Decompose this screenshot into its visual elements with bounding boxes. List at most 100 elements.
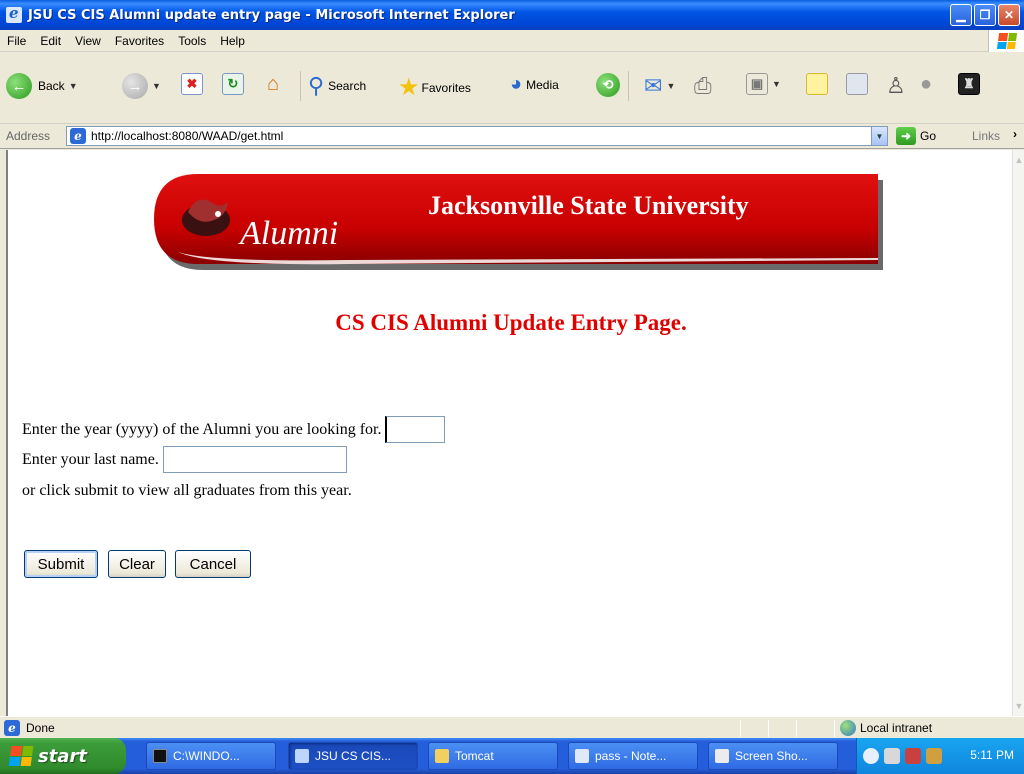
close-button[interactable]: ✕	[998, 4, 1020, 26]
page-heading: CS CIS Alumni Update Entry Page.	[335, 310, 687, 335]
go-button[interactable]: ➜ Go	[896, 127, 936, 145]
favorites-button[interactable]: ★ Favorites	[398, 73, 471, 102]
taskbar-item-screenshot[interactable]: Screen Sho...	[708, 742, 838, 770]
menu-view[interactable]: View	[68, 34, 108, 48]
scroll-up-icon[interactable]: ▲	[1013, 152, 1024, 168]
toolbar-separator	[628, 71, 629, 101]
home-icon: ⌂	[266, 72, 280, 95]
forward-button[interactable]: → ▼	[122, 73, 161, 99]
stop-icon: ✖	[181, 73, 203, 95]
menu-favorites[interactable]: Favorites	[108, 34, 171, 48]
chevron-down-icon[interactable]: ▼	[152, 81, 161, 91]
messenger-icon: ♙	[886, 73, 906, 98]
tool-icon: ♜	[958, 73, 980, 95]
taskbar: start C:\WINDO... JSU CS CIS... Tomcat p…	[0, 738, 1024, 774]
start-button[interactable]: start	[0, 738, 126, 774]
history-button[interactable]: ⟲	[596, 73, 620, 97]
security-zone[interactable]: Local intranet	[840, 720, 932, 736]
menu-edit[interactable]: Edit	[33, 34, 68, 48]
submit-hint: or click submit to view all graduates fr…	[22, 482, 352, 499]
tray-tool-icon[interactable]	[926, 748, 942, 764]
links-button[interactable]: Links	[972, 129, 1000, 143]
menu-tools[interactable]: Tools	[171, 34, 213, 48]
media-button[interactable]: ◕ Media	[510, 73, 559, 96]
messenger-button[interactable]: ♙	[886, 73, 906, 99]
windows-logo-icon	[988, 30, 1024, 52]
status-divider	[740, 720, 741, 737]
status-bar: e Done Local intranet	[0, 716, 1024, 738]
edit-icon: ▣	[746, 73, 768, 95]
zone-label: Local intranet	[860, 721, 933, 735]
address-bar: Address e http://localhost:8080/WAAD/get…	[0, 124, 1024, 149]
chevron-down-icon[interactable]: ▼	[871, 127, 887, 145]
chat-button[interactable]: ●	[920, 73, 932, 96]
window-title: JSU CS CIS Alumni update entry page - Mi…	[28, 7, 515, 23]
year-input[interactable]	[385, 416, 446, 443]
mail-icon: ✉	[644, 73, 663, 98]
vertical-scrollbar[interactable]: ▲ ▼	[1012, 150, 1024, 716]
edit-button[interactable]: ▣ ▼	[746, 73, 781, 95]
task-label: Tomcat	[455, 749, 494, 763]
back-arrow-icon: ←	[6, 73, 32, 99]
home-button[interactable]: ⌂	[262, 73, 284, 95]
tray-expand-icon[interactable]	[863, 748, 879, 764]
chevron-down-icon[interactable]: ▼	[772, 79, 781, 89]
alumni-banner: Alumni Jacksonville State University	[154, 174, 883, 270]
refresh-icon: ↻	[222, 73, 244, 95]
search-button[interactable]: ⚲ Search	[308, 73, 366, 99]
menu-help[interactable]: Help	[213, 34, 252, 48]
print-icon: ⎙	[694, 73, 712, 98]
taskbar-item-ie[interactable]: JSU CS CIS...	[288, 742, 418, 770]
status-text: Done	[26, 720, 55, 735]
scroll-down-icon[interactable]: ▼	[1013, 698, 1024, 714]
standard-toolbar: ← Back ▼ → ▼ ✖ ↻ ⌂ ⚲ Search ★ Favorites …	[0, 53, 1024, 124]
app-icon	[715, 749, 729, 763]
clear-button[interactable]: Clear	[108, 550, 166, 578]
task-label: JSU CS CIS...	[315, 749, 392, 763]
folder-icon	[435, 749, 449, 763]
tray-app-icon[interactable]	[884, 748, 900, 764]
discuss-button[interactable]	[806, 73, 828, 95]
star-icon: ★	[398, 74, 420, 101]
cancel-button[interactable]: Cancel	[175, 550, 251, 578]
task-label: pass - Note...	[595, 749, 667, 763]
address-url[interactable]: http://localhost:8080/WAAD/get.html	[91, 129, 283, 143]
media-globe-icon: ◕	[510, 73, 523, 95]
minimize-button[interactable]: ▁	[950, 4, 972, 26]
submit-button[interactable]: Submit	[24, 550, 98, 578]
ie-app-icon[interactable]	[6, 4, 22, 23]
window-titlebar[interactable]: JSU CS CIS Alumni update entry page - Mi…	[0, 0, 1024, 30]
page-icon: e	[70, 128, 86, 144]
address-input[interactable]: e http://localhost:8080/WAAD/get.html ▼	[66, 126, 888, 146]
research-button[interactable]	[846, 73, 868, 95]
lastname-input[interactable]	[162, 446, 347, 473]
year-row: Enter the year (yyyy) of the Alumni you …	[22, 416, 446, 443]
mail-button[interactable]: ✉ ▼	[644, 73, 675, 99]
taskbar-item-tomcat[interactable]: Tomcat	[428, 742, 558, 770]
chevron-down-icon[interactable]: ▼	[69, 81, 78, 91]
extra-tool-button[interactable]: ♜	[958, 73, 980, 95]
clock[interactable]: 5:11 PM	[970, 748, 1014, 762]
restore-button[interactable]: ❐	[974, 4, 996, 26]
chevron-down-icon[interactable]: ▼	[666, 81, 675, 91]
chevron-right-icon[interactable]: ›	[1013, 127, 1017, 141]
status-divider	[768, 720, 769, 737]
toolbar-separator	[300, 71, 301, 101]
tray-network-icon[interactable]	[905, 748, 921, 764]
menu-file[interactable]: File	[0, 34, 33, 48]
back-label: Back	[38, 79, 65, 93]
note-icon	[806, 73, 828, 95]
status-divider	[796, 720, 797, 737]
lastname-prompt: Enter your last name.	[22, 450, 159, 468]
refresh-button[interactable]: ↻	[222, 73, 244, 95]
print-button[interactable]: ⎙	[694, 73, 712, 99]
history-icon: ⟲	[596, 73, 620, 97]
taskbar-item-notepad[interactable]: pass - Note...	[568, 742, 698, 770]
window-controls: ▁ ❐ ✕	[950, 4, 1020, 26]
taskbar-item-cmd[interactable]: C:\WINDO...	[146, 742, 276, 770]
intranet-globe-icon	[840, 720, 856, 736]
chat-bubble-icon: ●	[920, 73, 933, 95]
banner-alumni-text: Alumni	[238, 215, 338, 252]
back-button[interactable]: ← Back ▼	[6, 73, 78, 99]
stop-button[interactable]: ✖	[181, 73, 203, 95]
